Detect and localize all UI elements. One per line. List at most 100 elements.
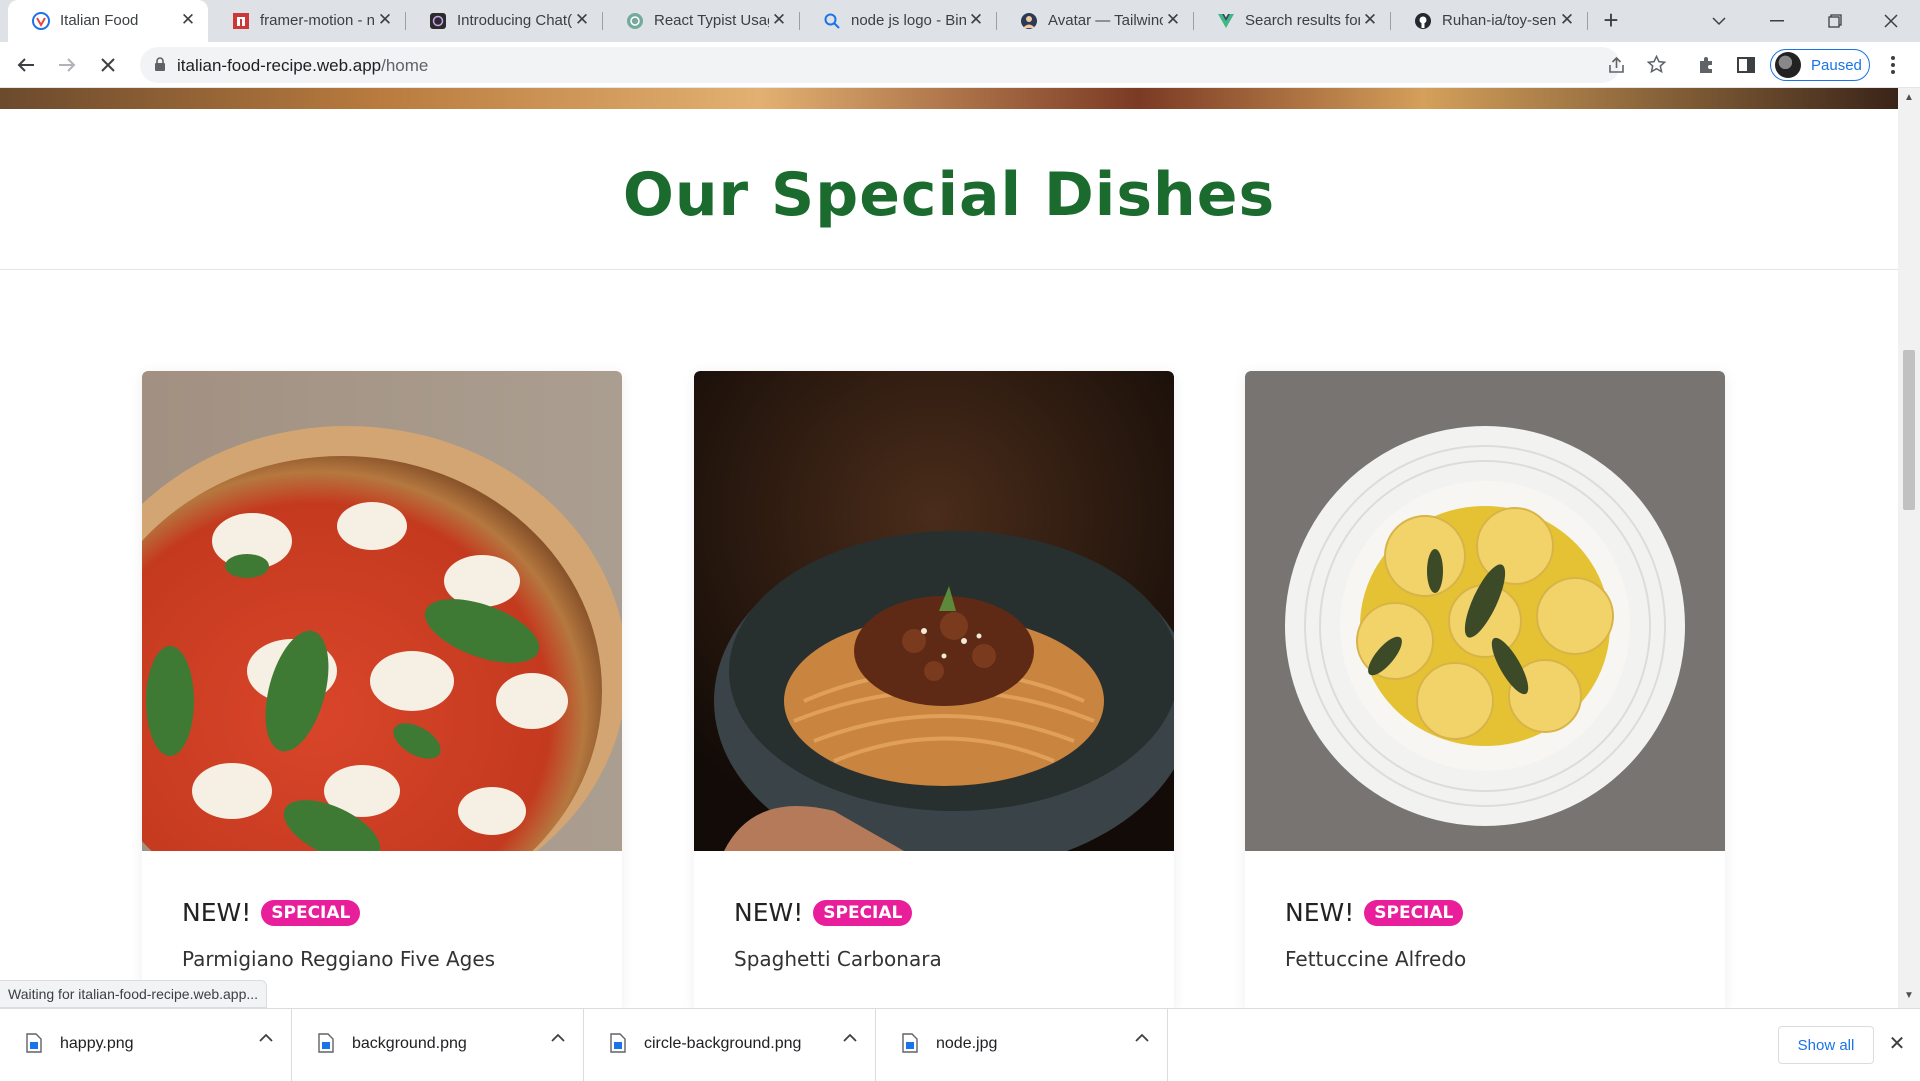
stop-loading-icon[interactable] <box>92 49 124 81</box>
tab-close-icon[interactable]: ✕ <box>769 10 789 30</box>
scroll-up-arrow-icon[interactable]: ▲ <box>1903 92 1915 104</box>
back-arrow-icon[interactable] <box>10 49 42 81</box>
tab-search-results[interactable]: Search results for ✕ <box>1193 0 1391 42</box>
download-item[interactable]: happy.png <box>0 1009 292 1081</box>
chatgpt-icon <box>627 13 643 29</box>
tab-close-icon[interactable]: ✕ <box>966 10 986 30</box>
share-icon[interactable] <box>1608 56 1626 74</box>
scrollbar-thumb[interactable] <box>1903 350 1915 510</box>
tab-close-icon[interactable]: ✕ <box>178 10 198 30</box>
tab-close-icon[interactable]: ✕ <box>1163 10 1183 30</box>
tab-close-icon[interactable]: ✕ <box>1360 10 1380 30</box>
card-tagline: NEW! SPECIAL <box>734 898 913 927</box>
special-badge: SPECIAL <box>1364 899 1464 926</box>
dish-card[interactable]: NEW! SPECIAL Parmigiano Reggiano Five Ag… <box>142 371 622 1008</box>
github-icon <box>1415 13 1431 29</box>
new-label: NEW! <box>734 898 804 927</box>
tab-node-js-logo[interactable]: node js logo - Bin ✕ <box>799 0 997 42</box>
special-badge: SPECIAL <box>813 899 913 926</box>
tab-close-icon[interactable]: ✕ <box>1557 10 1577 30</box>
download-filename: node.jpg <box>936 1035 998 1052</box>
restore-icon[interactable] <box>1806 0 1864 42</box>
close-shelf-icon[interactable]: ✕ <box>1886 1033 1908 1055</box>
tab-search-chevron-icon[interactable] <box>1690 0 1748 42</box>
tailwind-avatar-icon <box>1021 13 1037 29</box>
download-filename: happy.png <box>60 1035 134 1052</box>
status-bubble: Waiting for italian-food-recipe.web.app.… <box>0 980 268 1008</box>
tab-close-icon[interactable]: ✕ <box>375 10 395 30</box>
scroll-down-arrow-icon[interactable]: ▼ <box>1903 990 1915 1002</box>
spaghetti-bowl-photo <box>694 371 1174 851</box>
card-tagline: NEW! SPECIAL <box>182 898 361 927</box>
vertical-scrollbar[interactable]: ▲ ▼ <box>1898 88 1920 1008</box>
tab-introducing-chat[interactable]: Introducing Chat( ✕ <box>405 0 603 42</box>
profile-label: Paused <box>1811 56 1862 74</box>
tab-title: React Typist Usag <box>654 12 769 29</box>
chevron-up-icon[interactable] <box>259 1033 273 1043</box>
forward-arrow-icon[interactable] <box>51 49 83 81</box>
download-filename: background.png <box>352 1035 467 1052</box>
dish-card[interactable]: NEW! SPECIAL Fettuccine Alfredo <box>1245 371 1725 1008</box>
profile-button[interactable]: Paused <box>1770 49 1870 81</box>
tab-github-toy[interactable]: Ruhan-ia/toy-sen ✕ <box>1390 0 1588 42</box>
card-tagline: NEW! SPECIAL <box>1285 898 1464 927</box>
url-host: italian-food-recipe.web.app <box>177 56 382 75</box>
tab-title: framer-motion - n <box>260 12 375 29</box>
address-bar[interactable]: italian-food-recipe.web.app/home <box>140 47 1666 83</box>
download-item[interactable]: node.jpg <box>876 1009 1168 1081</box>
lock-icon[interactable] <box>154 57 166 72</box>
section-divider <box>0 269 1898 270</box>
tab-strip: Italian Food ✕ framer-motion - n ✕ Intro… <box>0 0 1920 42</box>
dish-card[interactable]: NEW! SPECIAL Spaghetti Carbonara <box>694 371 1174 1008</box>
extensions-puzzle-icon[interactable] <box>1690 49 1722 81</box>
file-icon <box>902 1033 918 1053</box>
side-panel-icon[interactable] <box>1730 49 1762 81</box>
url-path: /home <box>381 56 429 75</box>
file-icon <box>26 1033 42 1053</box>
new-tab-plus-icon[interactable]: + <box>1598 7 1624 34</box>
download-item[interactable]: circle-background.png <box>584 1009 876 1081</box>
special-badge: SPECIAL <box>261 899 361 926</box>
bing-search-icon <box>824 13 840 29</box>
download-filename: circle-background.png <box>644 1035 802 1052</box>
tab-title: Search results for <box>1245 12 1360 29</box>
tab-title: Avatar — Tailwinc <box>1048 12 1163 29</box>
chevron-up-icon[interactable] <box>551 1033 565 1043</box>
ravioli-plate-photo <box>1245 371 1725 851</box>
hero-image-bottom-edge <box>0 88 1898 109</box>
url-text: italian-food-recipe.web.app/home <box>177 56 428 76</box>
browser-toolbar: italian-food-recipe.web.app/home Paused <box>0 42 1920 88</box>
window-close-icon[interactable] <box>1862 0 1920 42</box>
tab-title: Introducing Chat( <box>457 12 572 29</box>
chevron-up-icon[interactable] <box>1135 1033 1149 1043</box>
dish-name: Parmigiano Reggiano Five Ages <box>182 947 496 971</box>
vue-search-icon <box>1218 14 1234 28</box>
download-item[interactable]: background.png <box>292 1009 584 1081</box>
more-menu-icon[interactable] <box>1877 49 1909 81</box>
file-icon <box>318 1033 334 1053</box>
tab-separator <box>1587 12 1588 30</box>
tab-italian-food[interactable]: Italian Food ✕ <box>8 0 208 42</box>
tab-title: Ruhan-ia/toy-sen <box>1442 12 1557 29</box>
chevron-up-icon[interactable] <box>843 1033 857 1043</box>
page-content: Our Special Dishes NEW! SPECIAL Parmigia… <box>0 88 1898 1008</box>
tab-avatar-tailwind[interactable]: Avatar — Tailwinc ✕ <box>996 0 1194 42</box>
italian-food-favicon-icon <box>32 12 50 30</box>
show-all-button[interactable]: Show all <box>1778 1026 1874 1064</box>
dish-name: Spaghetti Carbonara <box>734 947 942 971</box>
tab-react-typist[interactable]: React Typist Usag ✕ <box>602 0 800 42</box>
bookmark-star-icon[interactable] <box>1647 55 1666 74</box>
tab-framer-motion[interactable]: framer-motion - n ✕ <box>208 0 406 42</box>
openai-icon <box>430 13 446 29</box>
section-heading: Our Special Dishes <box>622 160 1276 230</box>
npm-icon <box>233 13 249 29</box>
new-label: NEW! <box>182 898 252 927</box>
margherita-pizza-photo <box>142 371 622 851</box>
tab-title: Italian Food <box>60 12 139 29</box>
tab-close-icon[interactable]: ✕ <box>572 10 592 30</box>
file-icon <box>610 1033 626 1053</box>
download-shelf: happy.png background.png circle-backgrou… <box>0 1008 1920 1081</box>
tab-title: node js logo - Bin <box>851 12 966 29</box>
dish-name: Fettuccine Alfredo <box>1285 947 1467 971</box>
minimize-icon[interactable] <box>1748 0 1806 42</box>
